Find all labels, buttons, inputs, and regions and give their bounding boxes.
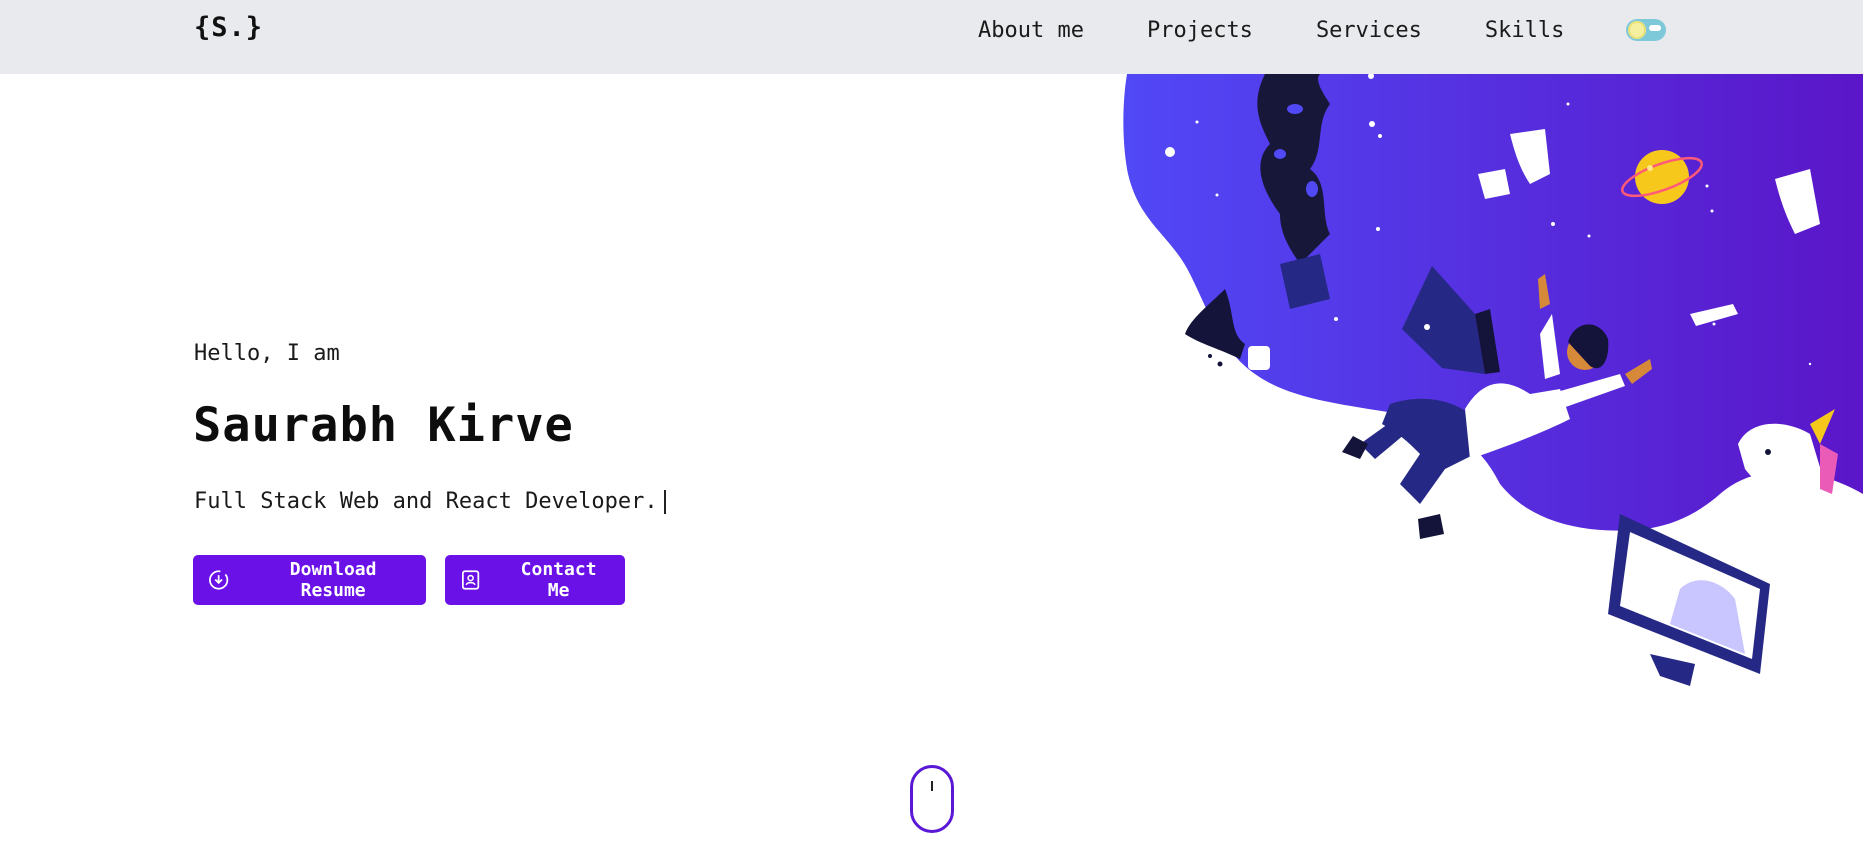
- download-resume-label: Download Resume: [289, 559, 377, 601]
- mouse-wheel: [931, 781, 933, 791]
- cloud-icon: [1649, 25, 1661, 31]
- sun-icon: [1628, 21, 1646, 39]
- download-circle-icon: [209, 570, 229, 590]
- hero-name: Saurabh Kirve: [193, 398, 574, 453]
- download-resume-button[interactable]: Download Resume: [193, 555, 426, 605]
- hero-greeting: Hello, I am: [194, 341, 340, 366]
- mouse-scroll-icon[interactable]: [910, 765, 954, 833]
- hero-role-line: Full Stack Web and React Developer.: [194, 489, 666, 514]
- navbar: {S.} About me Projects Services Skills: [0, 0, 1863, 74]
- nav-link-skills[interactable]: Skills: [1485, 18, 1564, 43]
- theme-toggle[interactable]: [1626, 19, 1666, 41]
- nav-link-services[interactable]: Services: [1316, 18, 1422, 43]
- contact-card-icon: [461, 570, 480, 590]
- nav-links: About me Projects Services Skills: [978, 18, 1627, 43]
- nav-link-projects[interactable]: Projects: [1147, 18, 1253, 43]
- contact-me-button[interactable]: Contact Me: [445, 555, 625, 605]
- nav-link-about[interactable]: About me: [978, 18, 1084, 43]
- typing-cursor: [663, 490, 666, 514]
- site-logo[interactable]: {S.}: [194, 12, 263, 43]
- hero-role: Full Stack Web and React Developer.: [194, 489, 658, 514]
- monitor-icon: [1608, 514, 1770, 686]
- hero-illustration: [1123, 74, 1863, 686]
- contact-me-label: Contact Me: [520, 559, 597, 601]
